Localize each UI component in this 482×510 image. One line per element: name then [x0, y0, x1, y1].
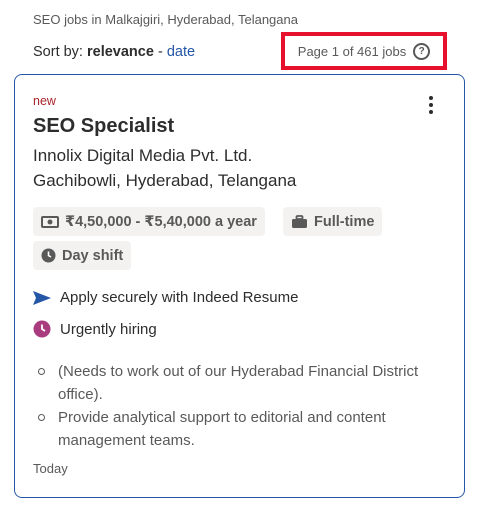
salary-icon — [41, 215, 59, 228]
help-icon[interactable]: ? — [413, 42, 431, 60]
briefcase-icon — [292, 214, 307, 228]
job-title[interactable]: SEO Specialist — [33, 115, 174, 138]
page-info: Page 1 of 461 jobs ? — [281, 32, 447, 70]
urgent-info: Urgently hiring — [33, 320, 157, 338]
list-item: (Needs to work out of our Hyderabad Fina… — [35, 360, 435, 406]
salary-chip: ₹4,50,000 - ₹5,40,000 a year — [33, 207, 265, 236]
sort-date-link[interactable]: date — [167, 44, 195, 60]
apply-info: Apply securely with Indeed Resume — [33, 289, 298, 306]
job-card[interactable]: new SEO Specialist Innolix Digital Media… — [14, 74, 465, 498]
salary-label: ₹4,50,000 - ₹5,40,000 a year — [65, 213, 257, 230]
job-type-label: Full-time — [314, 213, 375, 230]
shift-chip: Day shift — [33, 241, 132, 270]
company-name: Innolix Digital Media Pvt. Ltd. — [33, 146, 253, 165]
apply-text: Apply securely with Indeed Resume — [60, 289, 299, 306]
sort-bar: Sort by: relevance - date — [33, 44, 195, 60]
bullet-icon — [38, 368, 45, 375]
new-badge: new — [33, 94, 56, 108]
snippet-text: Provide analytical support to editorial … — [58, 409, 386, 449]
urgent-text: Urgently hiring — [60, 320, 157, 338]
bullet-icon — [38, 414, 45, 421]
sort-separator: - — [157, 44, 163, 60]
job-snippet: (Needs to work out of our Hyderabad Fina… — [35, 360, 435, 452]
posted-date: Today — [33, 461, 68, 476]
send-arrow-icon — [33, 290, 51, 305]
page-count-text: Page 1 of 461 jobs — [297, 43, 407, 59]
snippet-text: (Needs to work out of our Hyderabad Fina… — [58, 363, 419, 403]
shift-label: Day shift — [62, 247, 124, 264]
more-options-icon[interactable] — [425, 96, 437, 118]
sort-label: Sort by: — [33, 44, 83, 60]
job-type-chip: Full-time — [283, 207, 383, 236]
clock-icon — [41, 248, 56, 263]
urgent-clock-icon — [33, 320, 51, 338]
sort-relevance: relevance — [87, 44, 154, 60]
list-item: Provide analytical support to editorial … — [35, 406, 435, 452]
breadcrumb: SEO jobs in Malkajgiri, Hyderabad, Telan… — [33, 12, 298, 27]
job-location: Gachibowli, Hyderabad, Telangana — [33, 171, 297, 190]
